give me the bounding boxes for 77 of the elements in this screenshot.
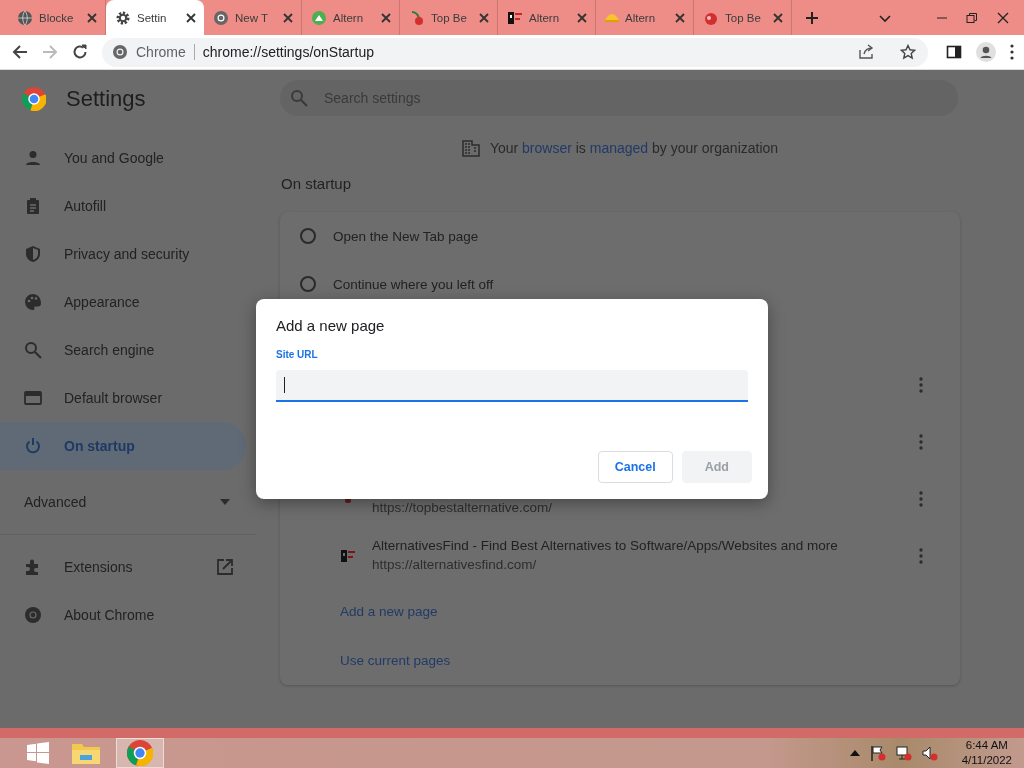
share-icon[interactable] [858, 44, 874, 60]
clipboard-icon [24, 197, 42, 215]
shield-icon [24, 245, 42, 263]
page-url: https://topbestalternative.com/ [372, 500, 554, 516]
page-title-text: AlternativesFind - Find Best Alternatives to Software/Apps/Websites and more [372, 538, 839, 554]
url-input-field[interactable] [276, 370, 748, 402]
more-options-icon[interactable] [919, 490, 923, 507]
close-icon[interactable] [996, 10, 1010, 25]
radio-button[interactable] [300, 228, 316, 244]
text-cursor [284, 377, 285, 393]
chrome-logo [22, 87, 46, 111]
browser-window-icon [24, 389, 42, 407]
building-icon [461, 139, 480, 157]
plus-icon[interactable] [804, 9, 820, 26]
option-label: Continue where you left off [333, 276, 494, 292]
chevron-up-icon[interactable] [849, 750, 860, 756]
back-arrow-icon[interactable] [12, 44, 28, 60]
text-link[interactable]: Use current pages [340, 636, 451, 685]
sidebar-item[interactable]: Privacy and security [0, 230, 246, 278]
cherry-icon [409, 9, 425, 26]
restore-icon[interactable] [966, 11, 978, 24]
clock-date[interactable]: 4/11/2022 [961, 753, 1012, 768]
menu-icon[interactable] [1010, 44, 1014, 60]
network-icon[interactable] [895, 745, 912, 761]
profile-icon[interactable] [976, 42, 996, 62]
clock-time[interactable]: 6:44 AM [965, 738, 1008, 753]
browser-tab[interactable]: Settin [106, 0, 204, 35]
external-link-icon [216, 558, 234, 576]
hill-icon [605, 13, 619, 22]
chrome-icon [24, 606, 42, 624]
managed-notice: Your browser is managed by your organization [489, 140, 779, 156]
page-url: https://alternativesfind.com/ [372, 557, 538, 573]
sidebar-item[interactable]: Autofill [0, 182, 246, 230]
field-label: Site URL [276, 349, 318, 360]
globe-icon [17, 9, 33, 26]
advanced-toggle[interactable]: Advanced [0, 478, 256, 526]
speaker-icon[interactable] [921, 745, 938, 761]
sidebar-item[interactable]: Extensions [0, 543, 246, 591]
sidebar-item[interactable]: Search engine [0, 326, 246, 374]
sidebar-item[interactable]: About Chrome [0, 591, 246, 639]
sidebar-item[interactable]: Appearance [0, 278, 246, 326]
reload-icon[interactable] [72, 44, 88, 60]
caret-down-icon [220, 499, 230, 505]
more-options-icon[interactable] [919, 547, 923, 564]
flag-icon[interactable] [869, 745, 886, 761]
page-title: Settings [66, 86, 146, 112]
star-icon[interactable] [900, 44, 916, 60]
person-icon [24, 149, 42, 167]
sidebar-item[interactable]: On startup [0, 422, 246, 470]
managed-link[interactable]: browser [522, 140, 572, 156]
gear-icon [115, 9, 131, 26]
search-icon [24, 341, 42, 359]
palette-icon [24, 293, 42, 311]
chrome-icon [127, 740, 153, 766]
radio-button[interactable] [300, 276, 316, 292]
power-icon [24, 437, 42, 455]
af-logo-icon [340, 547, 356, 564]
sidebar-item[interactable]: You and Google [0, 134, 246, 182]
managed-link[interactable]: managed [589, 140, 649, 156]
chrome-icon [213, 9, 229, 26]
side-panel-icon[interactable] [946, 44, 962, 60]
site-label: Chrome [136, 44, 186, 60]
address-bar[interactable]: Chrome chrome://settings/onStartup [102, 37, 928, 67]
more-options-icon[interactable] [919, 376, 923, 393]
section-title: On startup [281, 174, 353, 194]
sidebar-item[interactable]: Default browser [0, 374, 246, 422]
cancel-button[interactable]: Cancel [597, 451, 673, 483]
af-logo-icon [507, 9, 523, 26]
text-link[interactable]: Add a new page [340, 587, 438, 636]
dialog-title: Add a new page [276, 317, 385, 334]
more-options-icon[interactable] [919, 433, 923, 450]
taskbar-app[interactable] [116, 738, 164, 768]
windows-logo-icon [27, 742, 49, 764]
search-icon [290, 89, 308, 107]
url-text: chrome://settings/onStartup [202, 44, 375, 60]
chrome-icon [112, 44, 128, 60]
option-label: Open the New Tab page [333, 228, 479, 244]
